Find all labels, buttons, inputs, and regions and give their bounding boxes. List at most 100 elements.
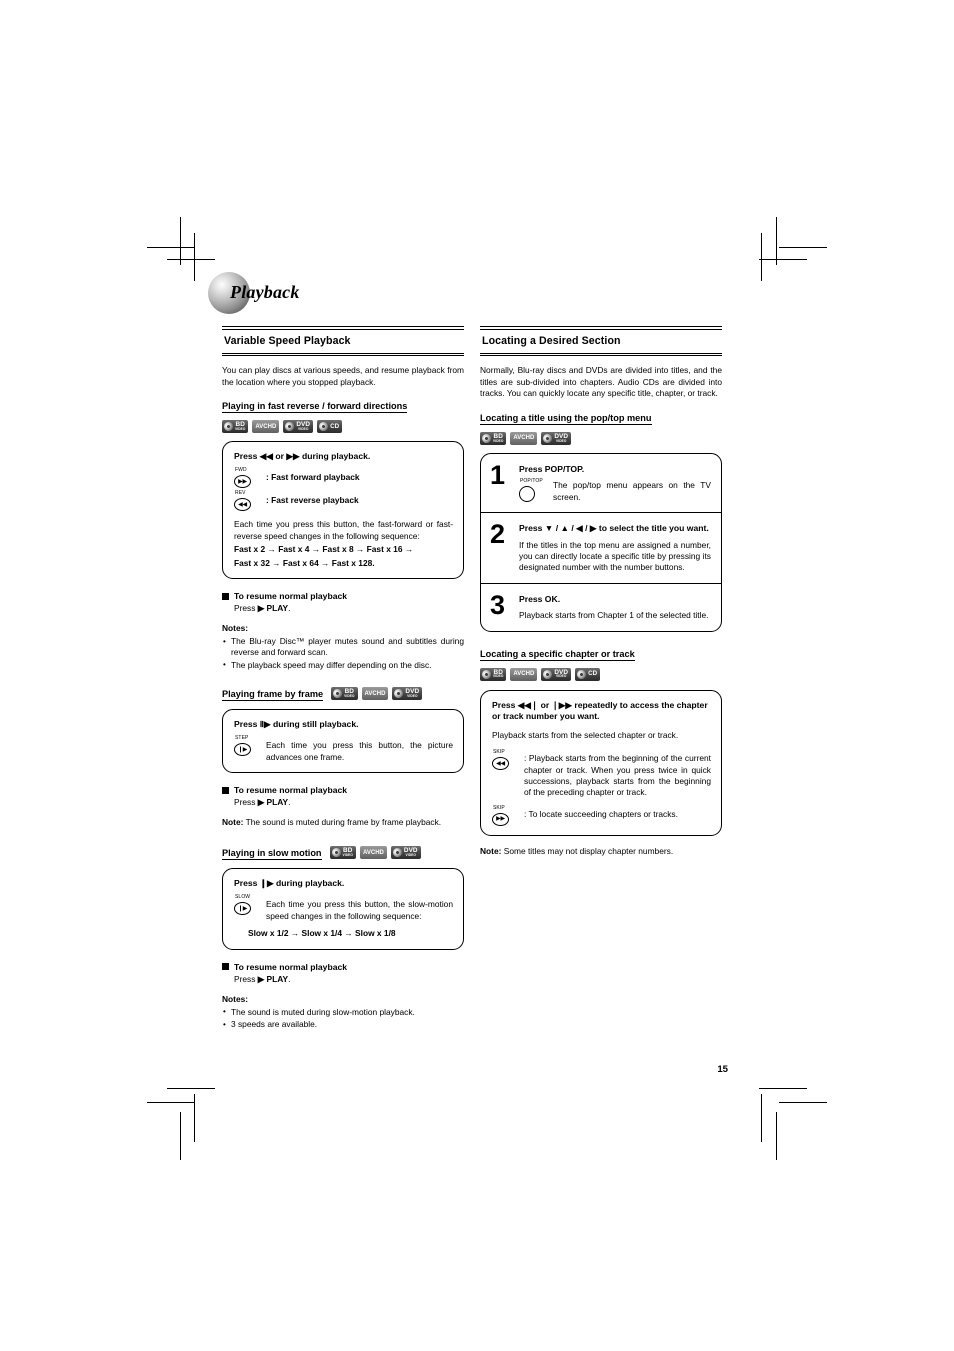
disc-badges-sub2: BD VIDEO AVCHD DVD VIDEO [331, 687, 423, 701]
subheading-label: Playing frame by frame [222, 689, 324, 702]
box-body: Playback starts from the selected chapte… [492, 729, 679, 740]
subheading-specific-chapter: Locating a specific chapter or track [480, 649, 722, 661]
rule [480, 326, 722, 330]
fast-reverse-icon: ◀◀ [234, 498, 251, 512]
play-key-label: ▶ PLAY [257, 973, 289, 984]
crop-mark-top-right-h2 [759, 259, 807, 260]
skip-previous-icon: ◀◀ [492, 757, 509, 771]
press-word: Press [234, 973, 256, 984]
disc-glyph-icon [542, 432, 554, 445]
key-row-step: STEP ❙▶ Each time you press this button,… [234, 735, 453, 763]
key-caption: STEP [235, 735, 249, 742]
section-header-variable-speed: Variable Speed Playback [222, 326, 464, 357]
crop-mark-bottom-left-h [167, 1088, 215, 1089]
note-item: 3 speeds are available. [222, 1019, 464, 1031]
crop-mark-top-right-v [776, 217, 777, 265]
key-row-skip-prev: SKIP ◀◀ : Playback starts from the begin… [492, 749, 711, 799]
disc-glyph-icon [480, 668, 493, 680]
key-description: : Fast reverse playback [266, 495, 359, 506]
remote-key-fast-reverse[interactable]: REV ◀◀ [234, 490, 260, 512]
notes-list-1: The Blu-ray Disc™ player mutes sound and… [222, 636, 464, 672]
step-1: 1 Press POP/TOP. POP/TOP The pop/top men… [481, 454, 721, 512]
remote-key-slow[interactable]: SLOW ❙▶ [234, 894, 260, 916]
period: . [288, 797, 291, 808]
remote-key-step[interactable]: STEP ❙▶ [234, 735, 260, 757]
section-intro-paragraph: You can play discs at various speeds, an… [222, 365, 464, 387]
disc-badges-sub1: BD VIDEO AVCHD DVD VIDEO CD [222, 420, 464, 434]
period: . [288, 973, 291, 984]
badge-bd-icon: BD VIDEO [480, 667, 507, 681]
key-description: : Fast forward playback [266, 472, 360, 483]
crop-mark-top-left-h2 [167, 259, 215, 260]
step-3: 3 Press OK. Playback starts from Chapter… [481, 582, 721, 631]
badge-bd-icon: BD VIDEO [329, 846, 356, 860]
key-description: : Playback starts from the beginning of … [524, 753, 711, 798]
manual-page: Playback Variable Speed Playback You can… [208, 272, 728, 1092]
step-text: Playback starts from Chapter 1 of the se… [519, 610, 709, 621]
note-label: Note: [222, 817, 244, 828]
section-intro-paragraph: Normally, Blu-ray discs and DVDs are div… [480, 365, 722, 399]
key-row-fast-forward: FWD ▶▶ : Fast forward playback [234, 467, 453, 489]
pop-top-button-icon [519, 486, 535, 503]
subheading-pop-top-menu: Locating a title using the pop/top menu [480, 413, 722, 425]
rule [480, 352, 722, 357]
play-key-label: ▶ PLAY [257, 797, 289, 808]
box-body: Each time you press this button, the fas… [234, 519, 453, 541]
remote-key-skip-previous[interactable]: SKIP ◀◀ [492, 749, 518, 771]
disc-glyph-icon [391, 847, 404, 859]
instruction-box-fast-directions: Press ◀◀ or ▶▶ during playback. FWD ▶▶ :… [222, 441, 464, 579]
resume-heading-label: To resume normal playback [234, 961, 348, 972]
press-word: Press [234, 603, 256, 613]
crop-mark-bottom-right-v [776, 1112, 777, 1160]
bullet-square-icon [222, 963, 229, 971]
resume-heading-3: To resume normal playback [222, 962, 464, 972]
crop-mark-top-right-v2 [761, 233, 762, 281]
step-title: Press ▼ / ▲ / ◀ / ▶ to select the title … [519, 523, 709, 534]
box-header: Press Ⅱ▶ during still playback. [234, 719, 359, 730]
slow-sequence: Slow x 1/2 → Slow x 1/4 → Slow x 1/8 [248, 928, 396, 939]
step-2: 2 Press ▼ / ▲ / ◀ / ▶ to select the titl… [481, 512, 721, 583]
remote-key-pop-top[interactable]: POP/TOP [519, 478, 545, 503]
note-frame-by-frame: Note: The sound is muted during frame by… [222, 817, 464, 828]
note-label: Note: [480, 845, 502, 856]
crop-mark-bottom-left-h2 [147, 1102, 195, 1103]
chapter-header: Playback [208, 272, 538, 316]
note-text: Some titles may not display chapter numb… [503, 845, 674, 856]
badge-cd-icon: CD [317, 420, 343, 434]
badge-dvd-icon: DVD VIDEO [541, 667, 572, 681]
disc-glyph-icon [222, 421, 235, 433]
skip-next-icon: ▶▶ [492, 812, 509, 826]
resume-heading-label: To resume normal playback [234, 785, 348, 796]
badge-bd-icon: BD VIDEO [331, 687, 358, 701]
badge-cd-icon: CD [575, 667, 601, 681]
bullet-square-icon [222, 592, 229, 600]
subheading-label: Locating a specific chapter or track [480, 648, 635, 661]
remote-key-skip-next[interactable]: SKIP ▶▶ [492, 804, 518, 826]
key-caption: SKIP [493, 804, 505, 811]
note-chapter-numbers: Note: Some titles may not display chapte… [480, 846, 722, 857]
box-header: Press ◀◀ or ▶▶ during playback. [234, 451, 371, 462]
key-row-fast-reverse: REV ◀◀ : Fast reverse playback [234, 490, 453, 512]
crop-mark-bottom-right-h2 [779, 1102, 827, 1103]
disc-glyph-icon [393, 687, 405, 700]
section-header-locating: Locating a Desired Section [480, 326, 722, 357]
crop-mark-bottom-left-v2 [194, 1094, 195, 1142]
speed-sequence-line-2: Fast x 32 → Fast x 64 → Fast x 128. [234, 557, 375, 568]
resume-instruction-3: Press ▶ PLAY. [234, 974, 464, 984]
resume-instruction-2: Press ▶ PLAY. [234, 797, 464, 807]
disc-glyph-icon [480, 432, 493, 445]
disc-glyph-icon [284, 421, 296, 433]
subheading-label: Playing in fast reverse / forward direct… [222, 401, 408, 414]
slow-motion-icon: ❙▶ [234, 902, 251, 916]
note-text: The sound is muted during frame by frame… [245, 817, 442, 828]
key-caption: POP/TOP [520, 478, 543, 485]
disc-glyph-icon [317, 421, 330, 433]
crop-mark-top-left-v [180, 217, 181, 265]
badge-dvd-icon: DVD VIDEO [541, 431, 572, 445]
key-description: Each time you press this button, the pic… [266, 740, 453, 762]
crop-mark-top-left-h [147, 247, 195, 248]
rule [222, 326, 464, 330]
notes-title-1: Notes: [222, 623, 249, 633]
remote-key-fast-forward[interactable]: FWD ▶▶ [234, 467, 260, 489]
rule [222, 352, 464, 357]
